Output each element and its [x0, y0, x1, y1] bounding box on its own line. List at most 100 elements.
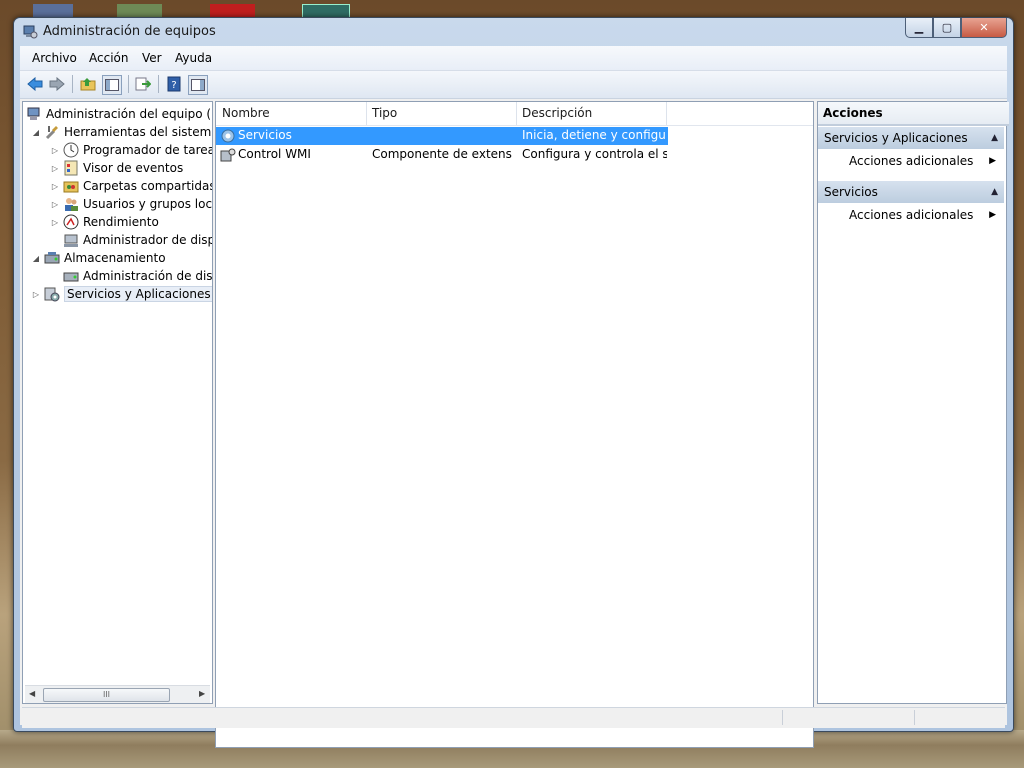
export-list-button[interactable] — [134, 75, 152, 93]
row-description: Inicia, detiene y configu... — [522, 128, 667, 142]
expand-icon[interactable]: ▷ — [50, 200, 60, 209]
tree-item-performance[interactable]: ▷ Rendimiento — [50, 213, 159, 231]
tree-item-event-viewer[interactable]: ▷ Visor de eventos — [50, 159, 183, 177]
minimize-icon: ▁ — [914, 21, 924, 34]
show-hide-action-pane-icon — [191, 79, 205, 91]
desktop-icon[interactable] — [33, 4, 73, 18]
tree-item-storage[interactable]: ◢ Almacenamiento — [31, 249, 166, 267]
tree-item-label: Programador de tareas — [83, 143, 213, 157]
tree-item-services-applications[interactable]: ▷ Servicios y Aplicaciones — [31, 285, 212, 303]
actions-title: Acciones — [818, 102, 1009, 126]
collapse-up-icon[interactable]: ▲ — [991, 127, 998, 149]
shared-folder-icon — [63, 181, 79, 193]
desktop-top-strip — [0, 0, 1024, 20]
menu-archivo[interactable]: Archivo — [32, 51, 77, 65]
window-client-area: Archivo Acción Ver Ayuda ? Administració… — [20, 46, 1009, 748]
expand-icon[interactable]: ▷ — [50, 146, 60, 155]
tree-item-label: Usuarios y grupos locale — [83, 197, 213, 211]
action-more-actions[interactable]: Acciones adicionales ▶ — [818, 150, 1004, 172]
expand-icon[interactable]: ▷ — [50, 164, 60, 173]
row-description: Configura y controla el s... — [522, 147, 667, 161]
tree-item-task-scheduler[interactable]: ▷ Programador de tareas — [50, 141, 213, 159]
section-header-label: Servicios — [824, 185, 878, 199]
column-header-nombre[interactable]: Nombre — [216, 102, 367, 125]
export-list-icon — [135, 77, 151, 91]
expand-icon[interactable]: ▷ — [31, 290, 41, 299]
show-hide-tree-icon — [105, 79, 119, 91]
actions-section-services[interactable]: Servicios ▲ — [818, 181, 1004, 203]
actions-section-services-applications[interactable]: Servicios y Aplicaciones ▲ — [818, 127, 1004, 149]
wmi-icon — [220, 148, 236, 162]
help-icon: ? — [167, 76, 181, 92]
results-list: Nombre Tipo Descripción Servicios Inicia… — [215, 101, 814, 748]
show-hide-console-tree-button[interactable] — [102, 75, 122, 95]
tools-icon — [45, 126, 58, 140]
action-more-actions[interactable]: Acciones adicionales ▶ — [818, 204, 1004, 226]
desktop-icon[interactable] — [117, 4, 162, 18]
expand-icon[interactable]: ▷ — [50, 182, 60, 191]
svg-text:?: ? — [171, 80, 176, 91]
list-row-servicios[interactable]: Servicios Inicia, detiene y configu... — [216, 127, 668, 145]
actions-pane: Acciones Servicios y Aplicaciones ▲ Acci… — [817, 101, 1009, 704]
tree-item-label: Herramientas del sistema — [64, 125, 213, 139]
forward-button[interactable] — [48, 75, 66, 93]
menu-ayuda[interactable]: Ayuda — [175, 51, 212, 65]
users-icon — [65, 198, 78, 211]
gear-icon — [221, 129, 235, 143]
up-one-level-button[interactable] — [79, 75, 97, 93]
row-name: Control WMI — [238, 147, 311, 161]
toolbar: ? — [20, 71, 1007, 99]
storage-icon — [44, 252, 60, 264]
collapse-icon[interactable]: ◢ — [31, 128, 41, 137]
tree-item-label: Rendimiento — [83, 215, 159, 229]
list-header: Nombre Tipo Descripción — [216, 102, 813, 126]
submenu-arrow-icon: ▶ — [989, 210, 996, 220]
device-manager-icon — [64, 234, 78, 247]
tree-item-device-manager[interactable]: Administrador de dispo — [63, 231, 213, 249]
scroll-right-icon[interactable]: ▶ — [199, 689, 205, 698]
column-header-descripcion[interactable]: Descripción — [516, 102, 667, 125]
tree-item-local-users-groups[interactable]: ▷ Usuarios y grupos locale — [50, 195, 213, 213]
performance-icon — [63, 214, 79, 230]
services-apps-icon — [44, 287, 60, 302]
event-viewer-icon — [64, 160, 78, 176]
tree-item-label: Administrador de dispo — [83, 233, 213, 247]
window-title: Administración de equipos — [43, 24, 216, 39]
status-bar — [22, 707, 1005, 728]
action-label: Acciones adicionales — [849, 208, 974, 222]
tree-item-label: Servicios y Aplicaciones — [64, 286, 212, 302]
clock-icon — [63, 142, 79, 158]
menu-accion[interactable]: Acción — [89, 51, 128, 65]
minimize-button[interactable]: ▁ — [905, 18, 933, 38]
title-bar[interactable]: Administración de equipos ▁ ▢ ✕ — [14, 18, 1013, 46]
column-header-tipo[interactable]: Tipo — [366, 102, 517, 125]
scroll-left-icon[interactable]: ◀ — [29, 689, 35, 698]
console-tree: Administración del equipo (loc ◢ Herrami… — [22, 101, 213, 704]
tree-item-shared-folders[interactable]: ▷ Carpetas compartidas — [50, 177, 212, 195]
collapse-icon[interactable]: ◢ — [31, 254, 41, 263]
up-folder-icon — [80, 78, 96, 91]
tree-item-system-tools[interactable]: ◢ Herramientas del sistema — [31, 123, 213, 141]
computer-management-window: Administración de equipos ▁ ▢ ✕ Archivo … — [13, 17, 1014, 748]
section-header-label: Servicios y Aplicaciones — [824, 131, 968, 145]
tree-item-computer-management[interactable]: Administración del equipo (loc — [26, 105, 213, 123]
row-name: Servicios — [238, 128, 292, 142]
menu-ver[interactable]: Ver — [142, 51, 162, 65]
menu-bar: Archivo Acción Ver Ayuda — [20, 46, 1007, 71]
tree-item-disk-management[interactable]: Administración de disco — [63, 267, 213, 285]
scrollbar-thumb[interactable]: III — [43, 688, 170, 702]
desktop-icon[interactable] — [210, 4, 255, 18]
tree-item-label: Administración de disco — [83, 269, 213, 283]
list-row-control-wmi[interactable]: Control WMI Componente de extensi... Con… — [216, 146, 668, 164]
back-button[interactable] — [26, 75, 44, 93]
help-button[interactable]: ? — [165, 75, 183, 93]
tree-item-label: Administración del equipo (loc — [46, 107, 213, 121]
collapse-up-icon[interactable]: ▲ — [991, 181, 998, 203]
show-hide-action-pane-button[interactable] — [188, 75, 208, 95]
close-button[interactable]: ✕ — [961, 18, 1007, 38]
maximize-button[interactable]: ▢ — [933, 18, 961, 38]
computer-management-icon — [23, 25, 38, 39]
tree-horizontal-scrollbar[interactable]: ◀ III ▶ — [25, 685, 210, 703]
tree-item-label: Almacenamiento — [64, 251, 166, 265]
expand-icon[interactable]: ▷ — [50, 218, 60, 227]
